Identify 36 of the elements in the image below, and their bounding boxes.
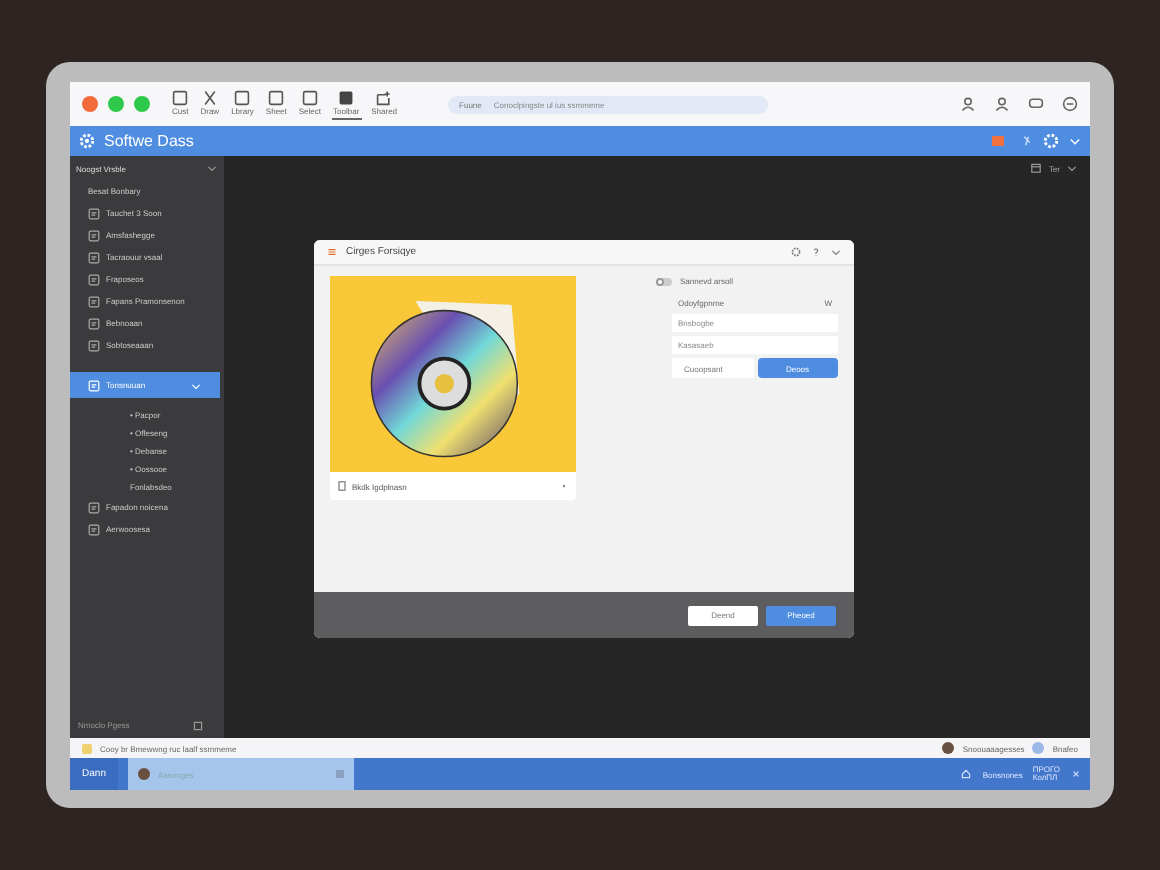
more-icon[interactable] xyxy=(558,480,570,492)
close-icon[interactable] xyxy=(1070,768,1082,780)
document-icon xyxy=(88,295,100,307)
square-icon xyxy=(338,89,355,105)
frame-icon xyxy=(172,89,189,105)
app-title: Softwe Dass xyxy=(104,132,194,150)
settings-icon xyxy=(78,132,96,150)
caret-icon[interactable] xyxy=(190,379,202,391)
toggle-switch[interactable] xyxy=(656,277,672,285)
settings-icon[interactable] xyxy=(790,246,802,258)
home-icon[interactable] xyxy=(960,768,973,780)
document-icon xyxy=(88,379,100,391)
user-icon[interactable] xyxy=(960,96,976,112)
chat-icon[interactable] xyxy=(1028,96,1044,112)
document-icon xyxy=(88,229,100,241)
user-icon[interactable] xyxy=(994,96,1010,112)
document-icon xyxy=(88,339,100,351)
calendar-icon[interactable] xyxy=(1030,162,1043,174)
share-icon xyxy=(376,89,393,105)
caret-icon[interactable] xyxy=(1066,162,1078,174)
document-icon xyxy=(88,207,100,219)
help-icon[interactable] xyxy=(810,246,822,258)
document-icon xyxy=(88,251,100,263)
avatar-icon xyxy=(942,742,955,754)
caret-icon[interactable] xyxy=(206,162,218,174)
status-icon xyxy=(1032,742,1045,754)
scissors-icon xyxy=(201,89,218,105)
minimize-button[interactable] xyxy=(108,96,124,112)
document-icon xyxy=(88,501,100,513)
file-icon xyxy=(336,480,348,492)
maximize-button[interactable] xyxy=(134,96,150,112)
document-icon xyxy=(88,273,100,285)
close-button[interactable] xyxy=(82,96,98,112)
document-icon xyxy=(88,317,100,329)
caret-icon[interactable] xyxy=(830,246,842,258)
document-icon xyxy=(88,523,100,535)
